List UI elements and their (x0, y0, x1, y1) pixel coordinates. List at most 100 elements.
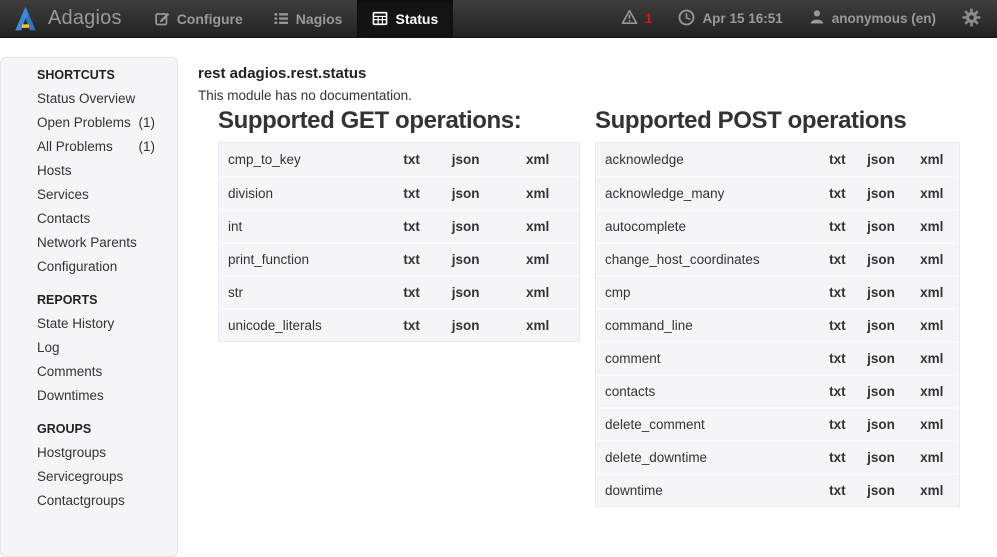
sidebar-item-state-history[interactable]: State History (1, 312, 177, 336)
alerts-indicator[interactable]: 1 (621, 9, 653, 28)
format-cell: xml (496, 242, 579, 275)
txt-link[interactable]: txt (829, 219, 846, 234)
xml-link[interactable]: xml (920, 219, 943, 234)
sidebar-section-title: GROUPS (37, 422, 177, 436)
json-link[interactable]: json (867, 351, 895, 366)
main-content: rest adagios.rest.status This module has… (198, 38, 997, 526)
txt-link[interactable]: txt (829, 384, 846, 399)
xml-link[interactable]: xml (526, 285, 549, 300)
navbar-item-status[interactable]: Status (357, 0, 453, 37)
json-link[interactable]: json (452, 152, 480, 167)
sidebar-item-network-parents[interactable]: Network Parents (1, 231, 177, 255)
format-cell: txt (817, 308, 857, 341)
json-link[interactable]: json (867, 152, 895, 167)
brand-home-link[interactable]: Adagios (0, 0, 140, 37)
txt-link[interactable]: txt (829, 285, 846, 300)
json-link[interactable]: json (867, 450, 895, 465)
user-menu[interactable]: anonymous (en) (809, 9, 936, 28)
operation-name: delete_comment (596, 407, 817, 440)
navbar-item-configure[interactable]: Configure (140, 0, 258, 37)
edit-icon (155, 11, 170, 26)
format-cell: txt (388, 308, 435, 341)
sidebar-item-configuration[interactable]: Configuration (1, 255, 177, 279)
format-cell: xml (496, 176, 579, 209)
sidebar-item-label: Servicegroups (37, 465, 123, 489)
json-link[interactable]: json (867, 186, 895, 201)
xml-link[interactable]: xml (526, 252, 549, 267)
txt-link[interactable]: txt (829, 186, 846, 201)
xml-link[interactable]: xml (920, 351, 943, 366)
navbar-item-label: Configure (177, 11, 243, 27)
txt-link[interactable]: txt (829, 252, 846, 267)
navbar-item-nagios[interactable]: Nagios (258, 0, 358, 37)
format-cell: xml (905, 407, 959, 440)
sidebar-section-shortcuts: SHORTCUTSStatus OverviewOpen Problems(1)… (1, 68, 177, 279)
clock-indicator[interactable]: Apr 15 16:51 (678, 9, 782, 29)
operation-row: autocomplete txt json xml (596, 209, 959, 242)
operation-name: comment (596, 341, 817, 374)
xml-link[interactable]: xml (526, 318, 549, 333)
txt-link[interactable]: txt (829, 152, 846, 167)
txt-link[interactable]: txt (829, 483, 846, 498)
xml-link[interactable]: xml (920, 186, 943, 201)
post-operations-section: Supported POST operations acknowledgetxt… (595, 105, 960, 507)
txt-link[interactable]: txt (403, 219, 420, 234)
sidebar-item-log[interactable]: Log (1, 336, 177, 360)
operation-row: delete_downtimetxtjsonxml (596, 440, 959, 473)
sidebar-item-hosts[interactable]: Hosts (1, 159, 177, 183)
xml-link[interactable]: xml (526, 152, 549, 167)
xml-link[interactable]: xml (920, 152, 943, 167)
sidebar-item-open-problems[interactable]: Open Problems(1) (1, 111, 177, 135)
sidebar-item-contacts[interactable]: Contacts (1, 207, 177, 231)
json-link[interactable]: json (867, 318, 895, 333)
txt-link[interactable]: txt (403, 318, 420, 333)
txt-link[interactable]: txt (403, 252, 420, 267)
format-cell: json (857, 176, 904, 209)
xml-link[interactable]: xml (920, 252, 943, 267)
txt-link[interactable]: txt (403, 285, 420, 300)
txt-link[interactable]: txt (403, 186, 420, 201)
json-link[interactable]: json (452, 318, 480, 333)
sidebar-item-services[interactable]: Services (1, 183, 177, 207)
xml-link[interactable]: xml (526, 219, 549, 234)
txt-link[interactable]: txt (829, 417, 846, 432)
json-link[interactable]: json (867, 219, 895, 234)
xml-link[interactable]: xml (526, 186, 549, 201)
txt-link[interactable]: txt (829, 450, 846, 465)
xml-link[interactable]: xml (920, 417, 943, 432)
sidebar-item-contactgroups[interactable]: Contactgroups (1, 489, 177, 513)
operation-row: inttxtjsonxml (219, 209, 579, 242)
xml-link[interactable]: xml (920, 384, 943, 399)
json-link[interactable]: json (452, 186, 480, 201)
sidebar-item-label: All Problems (37, 135, 113, 159)
txt-link[interactable]: txt (403, 152, 420, 167)
xml-link[interactable]: xml (920, 483, 943, 498)
sidebar-item-servicegroups[interactable]: Servicegroups (1, 465, 177, 489)
operation-name: autocomplete (596, 209, 817, 242)
txt-link[interactable]: txt (829, 318, 846, 333)
json-link[interactable]: json (867, 483, 895, 498)
sidebar-item-label: Network Parents (37, 231, 137, 255)
operation-row: cmp_to_keytxtjsonxml (219, 143, 579, 176)
sidebar-item-downtimes[interactable]: Downtimes (1, 384, 177, 408)
sidebar-item-status-overview[interactable]: Status Overview (1, 87, 177, 111)
sidebar-item-all-problems[interactable]: All Problems(1) (1, 135, 177, 159)
xml-link[interactable]: xml (920, 318, 943, 333)
json-link[interactable]: json (452, 219, 480, 234)
txt-link[interactable]: txt (829, 351, 846, 366)
xml-link[interactable]: xml (920, 285, 943, 300)
json-link[interactable]: json (867, 417, 895, 432)
sidebar-item-comments[interactable]: Comments (1, 360, 177, 384)
json-link[interactable]: json (452, 285, 480, 300)
format-cell: txt (817, 209, 857, 242)
settings-button[interactable] (962, 8, 981, 30)
format-cell: xml (905, 341, 959, 374)
json-link[interactable]: json (867, 252, 895, 267)
json-link[interactable]: json (867, 384, 895, 399)
operation-name: cmp (596, 275, 817, 308)
xml-link[interactable]: xml (920, 450, 943, 465)
json-link[interactable]: json (452, 252, 480, 267)
sidebar-item-hostgroups[interactable]: Hostgroups (1, 441, 177, 465)
format-cell: json (435, 242, 496, 275)
json-link[interactable]: json (867, 285, 895, 300)
